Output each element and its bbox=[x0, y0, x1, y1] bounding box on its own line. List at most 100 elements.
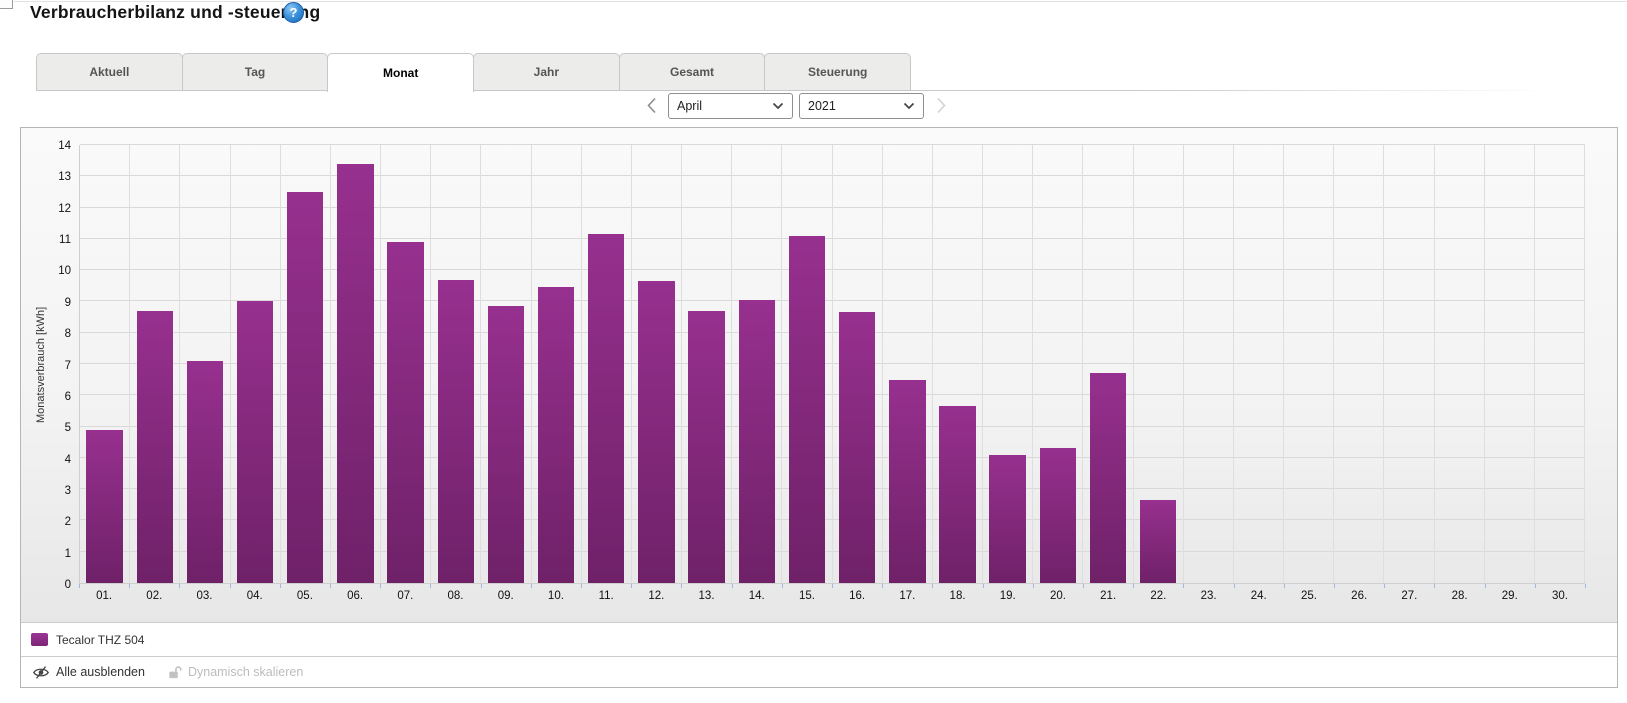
bar-day-08.[interactable] bbox=[438, 280, 474, 583]
bar-day-05.[interactable] bbox=[287, 192, 323, 583]
year-select[interactable]: 2021 bbox=[799, 93, 924, 119]
bar-day-07.[interactable] bbox=[387, 242, 423, 583]
year-select-value: 2021 bbox=[808, 99, 836, 113]
x-tick-mark bbox=[1434, 584, 1435, 588]
x-tick-label: 09. bbox=[481, 590, 531, 606]
page-corner-fragment bbox=[0, 0, 13, 9]
dynamic-scale-button[interactable]: Dynamisch skalieren bbox=[167, 665, 303, 680]
chart-column bbox=[1284, 145, 1334, 583]
bar-day-11.[interactable] bbox=[588, 234, 624, 583]
x-tick-label: 01. bbox=[79, 590, 129, 606]
x-tick-label: 25. bbox=[1284, 590, 1334, 606]
y-tick-label: 4 bbox=[39, 454, 71, 466]
x-tick-label: 03. bbox=[179, 590, 229, 606]
tab-bar: Aktuell Tag Monat Jahr Gesamt Steuerung bbox=[36, 53, 910, 91]
help-icon[interactable]: ? bbox=[283, 2, 304, 23]
y-tick-label: 0 bbox=[39, 579, 71, 591]
tab-gesamt[interactable]: Gesamt bbox=[619, 53, 766, 91]
y-tick-label: 1 bbox=[39, 548, 71, 560]
month-select[interactable]: April bbox=[668, 93, 793, 119]
plot-area bbox=[79, 145, 1585, 584]
bar-day-02.[interactable] bbox=[137, 311, 173, 583]
x-tick-mark bbox=[782, 584, 783, 588]
x-tick-label: 17. bbox=[882, 590, 932, 606]
chevron-down-icon bbox=[903, 102, 915, 110]
unlock-icon bbox=[167, 665, 182, 680]
chevron-left-icon bbox=[646, 97, 657, 114]
chart-column bbox=[1535, 145, 1585, 583]
chart-column bbox=[1234, 145, 1284, 583]
y-tick-label: 14 bbox=[39, 140, 71, 152]
y-tick-label: 8 bbox=[39, 328, 71, 340]
x-tick-label: 15. bbox=[782, 590, 832, 606]
y-axis-tick-labels: 01234567891011121314 bbox=[39, 145, 71, 584]
bar-day-22.[interactable] bbox=[1140, 500, 1176, 583]
x-tick-mark bbox=[681, 584, 682, 588]
x-tick-label: 07. bbox=[380, 590, 430, 606]
chart-column bbox=[331, 145, 381, 583]
x-tick-label: 30. bbox=[1535, 590, 1585, 606]
tab-tag[interactable]: Tag bbox=[182, 53, 329, 91]
bar-day-19.[interactable] bbox=[989, 455, 1025, 583]
x-tick-label: 02. bbox=[129, 590, 179, 606]
x-tick-label: 23. bbox=[1183, 590, 1233, 606]
bar-day-21.[interactable] bbox=[1090, 373, 1126, 583]
legend-item-tecalor[interactable]: Tecalor THZ 504 bbox=[31, 633, 144, 647]
chart-column bbox=[682, 145, 732, 583]
chart-column bbox=[431, 145, 481, 583]
bar-day-03.[interactable] bbox=[187, 361, 223, 583]
tab-steuerung[interactable]: Steuerung bbox=[764, 53, 911, 91]
x-tick-mark bbox=[932, 584, 933, 588]
bar-day-04.[interactable] bbox=[237, 301, 273, 583]
x-tick-label: 11. bbox=[581, 590, 631, 606]
y-tick-label: 13 bbox=[39, 171, 71, 183]
x-tick-mark bbox=[882, 584, 883, 588]
next-month-button[interactable] bbox=[930, 94, 952, 118]
x-tick-mark bbox=[380, 584, 381, 588]
y-tick-label: 6 bbox=[39, 391, 71, 403]
chart-column bbox=[833, 145, 883, 583]
chart-column bbox=[782, 145, 832, 583]
tab-monat[interactable]: Monat bbox=[327, 53, 474, 92]
bar-day-06.[interactable] bbox=[337, 164, 373, 583]
x-tick-label: 04. bbox=[230, 590, 280, 606]
bar-day-10.[interactable] bbox=[538, 287, 574, 583]
bar-day-20.[interactable] bbox=[1040, 448, 1076, 583]
tab-aktuell[interactable]: Aktuell bbox=[36, 53, 183, 91]
x-tick-label: 28. bbox=[1434, 590, 1484, 606]
hide-all-label: Alle ausblenden bbox=[56, 665, 145, 679]
x-tick-label: 18. bbox=[932, 590, 982, 606]
chart-column bbox=[1134, 145, 1184, 583]
chart-column bbox=[1435, 145, 1485, 583]
bar-day-18.[interactable] bbox=[939, 406, 975, 583]
page-title: Verbraucherbilanz und -steuerung bbox=[30, 2, 320, 23]
x-tick-mark bbox=[1485, 584, 1486, 588]
x-tick-mark bbox=[1535, 584, 1536, 588]
x-tick-mark bbox=[1384, 584, 1385, 588]
hide-all-button[interactable]: Alle ausblenden bbox=[32, 665, 145, 680]
chart-column bbox=[180, 145, 230, 583]
tab-jahr[interactable]: Jahr bbox=[473, 53, 620, 91]
bar-day-09.[interactable] bbox=[488, 306, 524, 583]
x-tick-label: 27. bbox=[1384, 590, 1434, 606]
bar-day-14.[interactable] bbox=[739, 300, 775, 583]
chart-column bbox=[532, 145, 582, 583]
x-tick-mark bbox=[79, 584, 80, 588]
bar-day-15.[interactable] bbox=[789, 236, 825, 583]
y-tick-label: 7 bbox=[39, 360, 71, 372]
x-tick-mark bbox=[330, 584, 331, 588]
x-tick-mark bbox=[1234, 584, 1235, 588]
x-tick-mark bbox=[581, 584, 582, 588]
bar-day-17.[interactable] bbox=[889, 380, 925, 583]
x-tick-mark bbox=[983, 584, 984, 588]
bar-day-13.[interactable] bbox=[688, 311, 724, 583]
x-tick-label: 08. bbox=[430, 590, 480, 606]
previous-month-button[interactable] bbox=[640, 94, 662, 118]
x-tick-mark bbox=[1284, 584, 1285, 588]
bar-day-01.[interactable] bbox=[86, 430, 122, 583]
bar-day-12.[interactable] bbox=[638, 281, 674, 583]
bar-day-16.[interactable] bbox=[839, 312, 875, 583]
x-tick-mark bbox=[430, 584, 431, 588]
chart-plot-zone: Monatsverbrauch [kWh] 012345678910111213… bbox=[21, 128, 1617, 622]
chart-column bbox=[231, 145, 281, 583]
